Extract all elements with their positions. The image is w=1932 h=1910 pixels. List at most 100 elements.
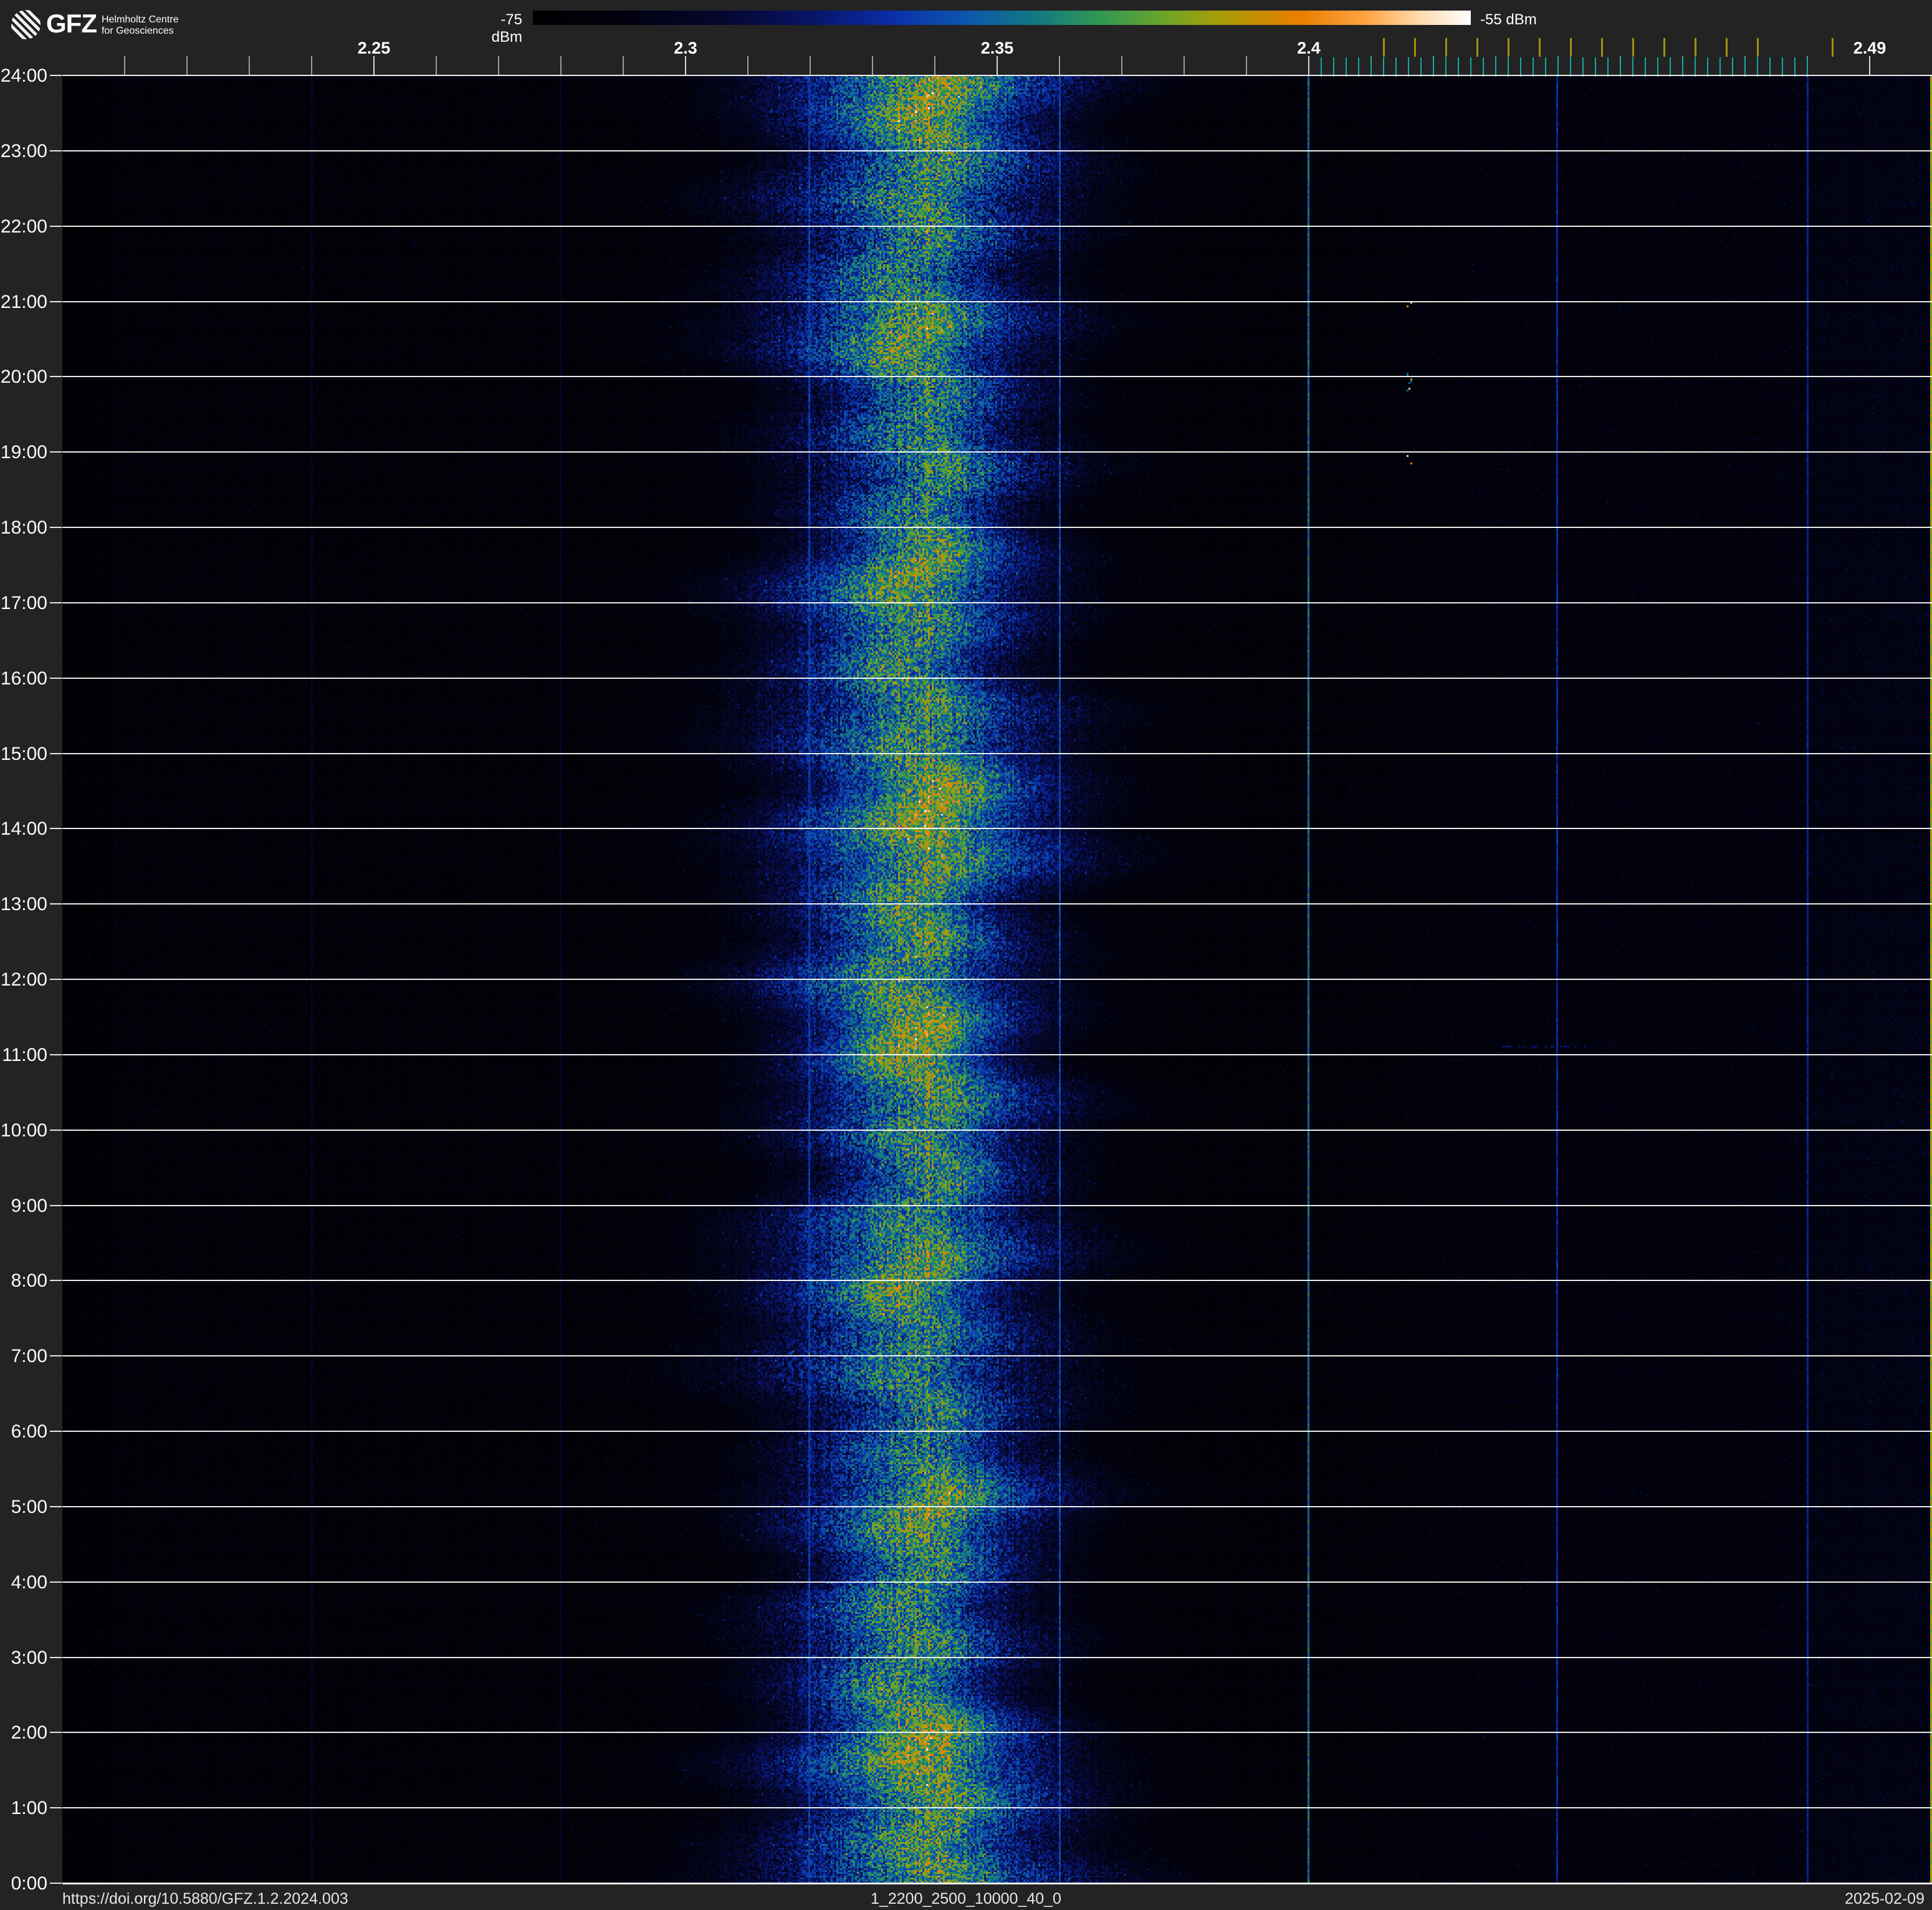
- time-label: 10:00: [0, 1120, 47, 1141]
- wifi-channel-tick: [1601, 38, 1603, 57]
- hour-gridline: [62, 1883, 1932, 1884]
- hour-gridline: [62, 376, 1932, 378]
- ble-channel-tick: [1420, 57, 1422, 77]
- time-label: 13:00: [0, 894, 47, 915]
- ble-channel-tick: [1582, 57, 1584, 77]
- ble-channel-tick: [1370, 57, 1372, 77]
- time-label: 1:00: [11, 1798, 47, 1819]
- hour-gridline: [62, 1053, 1932, 1055]
- freq-minor-tick: [1121, 56, 1122, 75]
- freq-major-tick: [1869, 56, 1870, 75]
- hour-gridline: [62, 75, 1932, 76]
- wifi-channel-tick: [1695, 38, 1696, 57]
- time-tick: [50, 1581, 62, 1583]
- ble-channel-tick: [1533, 57, 1534, 77]
- time-tick: [50, 1129, 62, 1131]
- time-label: 18:00: [0, 517, 47, 538]
- ble-channel-tick: [1458, 57, 1459, 77]
- hour-gridline: [62, 150, 1932, 151]
- time-tick: [50, 752, 62, 754]
- freq-major-tick: [373, 56, 375, 75]
- ble-channel-tick: [1395, 57, 1397, 77]
- wifi-channel-tick: [1539, 38, 1541, 57]
- time-label: 24:00: [0, 65, 47, 86]
- hour-gridline: [62, 225, 1932, 227]
- hour-gridline: [62, 1505, 1932, 1507]
- freq-major-tick: [1308, 56, 1309, 75]
- ble-channel-tick: [1383, 57, 1384, 77]
- time-tick: [50, 376, 62, 378]
- freq-minor-tick: [311, 56, 312, 75]
- time-label: 9:00: [11, 1195, 47, 1216]
- wifi-channel-tick: [1832, 38, 1834, 57]
- ble-channel-tick: [1769, 57, 1771, 77]
- hour-gridline: [62, 1807, 1932, 1809]
- freq-minor-tick: [810, 56, 811, 75]
- hour-gridline: [62, 1581, 1932, 1583]
- time-tick: [50, 75, 62, 76]
- wifi-channel-tick: [1508, 38, 1509, 57]
- hour-gridline: [62, 828, 1932, 830]
- ble-channel-tick: [1408, 57, 1409, 77]
- colorbar: [533, 11, 1471, 25]
- freq-tick-label: 2.4: [1297, 39, 1321, 57]
- ble-channel-tick: [1595, 57, 1596, 77]
- wifi-channel-tick: [1726, 38, 1728, 57]
- wifi-channel-tick: [1570, 38, 1572, 57]
- colorbar-min-label: -75 dBm: [491, 11, 522, 46]
- ble-channel-tick: [1346, 57, 1347, 77]
- hour-gridline: [62, 903, 1932, 905]
- time-label: 14:00: [0, 818, 47, 840]
- ble-channel-tick: [1807, 57, 1808, 77]
- gfz-logo: GFZ Helmholtz Centre for Geosciences: [11, 10, 179, 39]
- hour-gridline: [62, 1129, 1932, 1131]
- time-tick: [50, 979, 62, 980]
- time-tick: [50, 677, 62, 679]
- hour-gridline: [62, 979, 1932, 980]
- freq-minor-tick: [1184, 56, 1185, 75]
- ble-channel-tick: [1470, 57, 1471, 77]
- freq-tick-label: 2.25: [357, 39, 391, 57]
- hour-gridline: [62, 1355, 1932, 1357]
- freq-minor-tick: [872, 56, 873, 75]
- hour-gridline: [62, 1732, 1932, 1734]
- time-label: 12:00: [0, 969, 47, 990]
- ble-channel-tick: [1607, 57, 1609, 77]
- freq-minor-tick: [1246, 56, 1247, 75]
- time-label: 7:00: [11, 1346, 47, 1367]
- time-label: 15:00: [0, 743, 47, 764]
- ble-channel-tick: [1707, 57, 1708, 77]
- stage: GFZ Helmholtz Centre for Geosciences -75…: [0, 0, 1932, 1910]
- freq-minor-tick: [934, 56, 935, 75]
- freq-tick-label: 2.49: [1853, 39, 1887, 57]
- ble-channel-tick: [1719, 57, 1721, 77]
- wifi-channel-tick: [1663, 38, 1665, 57]
- time-label: 11:00: [2, 1044, 47, 1065]
- time-label: 3:00: [11, 1647, 47, 1668]
- footer-dataset-id: 1_2200_2500_10000_40_0: [871, 1890, 1061, 1908]
- time-label: 0:00: [11, 1873, 47, 1894]
- hour-gridline: [62, 1280, 1932, 1282]
- time-tick: [50, 1656, 62, 1658]
- colorbar-max-label: -55 dBm: [1480, 11, 1537, 28]
- ble-channel-tick: [1545, 57, 1546, 77]
- freq-minor-tick: [186, 56, 188, 75]
- time-label: 23:00: [0, 140, 47, 161]
- gfz-logo-icon: [11, 10, 41, 39]
- ble-channel-tick: [1358, 57, 1359, 77]
- hour-gridline: [62, 677, 1932, 679]
- ble-channel-tick: [1645, 57, 1646, 77]
- time-tick: [50, 1807, 62, 1809]
- ble-channel-tick: [1520, 57, 1521, 77]
- time-tick: [50, 828, 62, 830]
- freq-minor-tick: [1059, 56, 1060, 75]
- freq-minor-tick: [124, 56, 125, 75]
- hour-gridline: [62, 752, 1932, 754]
- gfz-logo-name-line1: Helmholtz Centre: [101, 14, 179, 25]
- time-label: 19:00: [0, 442, 47, 463]
- wifi-channel-tick: [1757, 38, 1759, 57]
- time-tick: [50, 1505, 62, 1507]
- time-tick: [50, 1204, 62, 1206]
- time-tick: [50, 527, 62, 528]
- ble-channel-tick: [1483, 57, 1484, 77]
